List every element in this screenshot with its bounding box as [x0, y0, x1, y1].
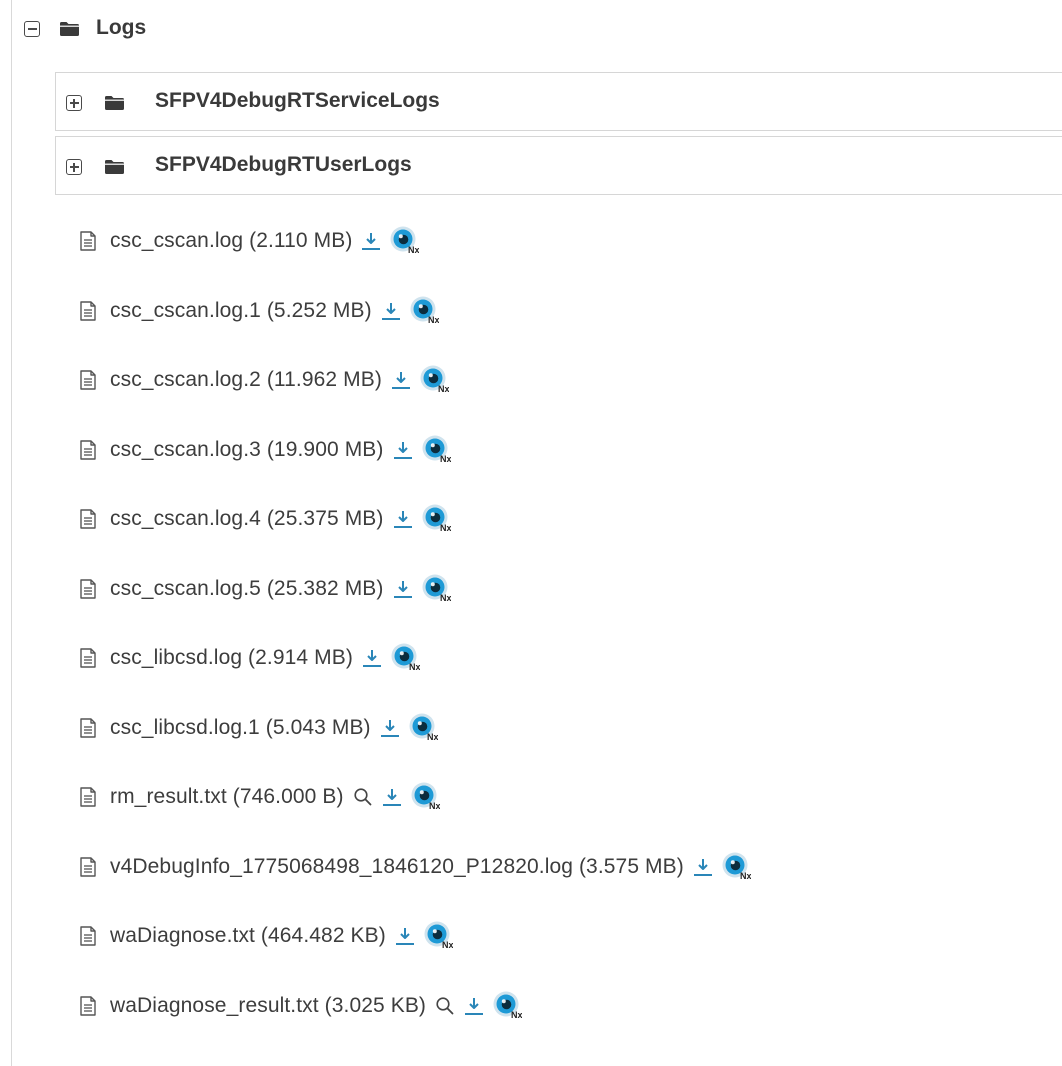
svg-text:Nx: Nx — [409, 662, 420, 672]
file-row: waDiagnose.txt (464.482 KB) Nx — [80, 921, 453, 951]
file-text-icon — [80, 787, 96, 807]
svg-text:Nx: Nx — [438, 384, 449, 394]
folder-icon — [105, 160, 124, 174]
file-name-label: csc_cscan.log.2 (11.962 MB) — [110, 368, 382, 391]
download-icon[interactable] — [382, 786, 402, 808]
nx-viewer-icon[interactable]: Nx — [390, 643, 420, 673]
file-name-label: csc_libcsd.log.1 (5.043 MB) — [110, 715, 371, 739]
svg-text:Nx: Nx — [429, 801, 440, 811]
file-text-icon — [80, 578, 96, 599]
download-icon[interactable] — [393, 439, 413, 461]
file-name-label: csc_libcsd.log (2.914 MB) — [110, 646, 353, 669]
nx-viewer-icon[interactable]: Nx — [721, 852, 751, 882]
download-icon[interactable] — [393, 578, 413, 600]
subfolder-row[interactable]: SFPV4DebugRTServiceLogs — [55, 72, 1062, 131]
folder-icon — [105, 96, 124, 110]
file-text-icon — [80, 509, 96, 529]
file-name-label: waDiagnose.txt (464.482 KB) — [110, 924, 386, 947]
download-icon[interactable] — [393, 508, 413, 530]
download-icon[interactable] — [380, 717, 400, 739]
file-row: csc_cscan.log.4 (25.375 MB) Nx — [80, 504, 451, 534]
root-folder-label[interactable]: Logs — [96, 16, 146, 40]
file-name-label: v4DebugInfo_1775068498_1846120_P12820.lo… — [110, 854, 684, 878]
file-row: v4DebugInfo_1775068498_1846120_P12820.lo… — [80, 852, 751, 882]
file-text-icon — [80, 648, 96, 668]
file-text-icon — [80, 995, 96, 1016]
svg-text:Nx: Nx — [440, 523, 451, 533]
download-icon[interactable] — [693, 856, 713, 878]
nx-viewer-icon[interactable]: Nx — [409, 296, 439, 326]
svg-text:Nx: Nx — [440, 593, 451, 603]
svg-text:Nx: Nx — [511, 1010, 522, 1020]
search-icon[interactable] — [435, 996, 455, 1016]
svg-text:Nx: Nx — [740, 871, 751, 881]
file-row: csc_cscan.log (2.110 MB) Nx — [80, 226, 420, 256]
nx-viewer-icon[interactable]: Nx — [421, 504, 451, 534]
download-icon[interactable] — [361, 230, 381, 252]
nx-viewer-icon[interactable]: Nx — [423, 921, 453, 951]
svg-text:Nx: Nx — [442, 940, 453, 950]
search-icon[interactable] — [353, 787, 373, 807]
download-icon[interactable] — [381, 300, 401, 322]
svg-text:Nx: Nx — [408, 245, 419, 255]
file-row: csc_cscan.log.3 (19.900 MB) Nx — [80, 435, 451, 465]
file-row: waDiagnose_result.txt (3.025 KB) Nx — [80, 991, 523, 1021]
file-text-icon — [80, 231, 96, 251]
file-row: rm_result.txt (746.000 B) Nx — [80, 782, 440, 812]
download-icon[interactable] — [464, 995, 484, 1017]
download-icon[interactable] — [395, 925, 415, 947]
file-row: csc_cscan.log.5 (25.382 MB) Nx — [80, 574, 451, 604]
download-icon[interactable] — [391, 369, 411, 391]
download-icon[interactable] — [362, 647, 382, 669]
file-name-label: csc_cscan.log.3 (19.900 MB) — [110, 437, 384, 461]
nx-viewer-icon[interactable]: Nx — [408, 713, 438, 743]
folder-icon — [60, 22, 79, 36]
file-name-label: csc_cscan.log.1 (5.252 MB) — [110, 298, 372, 322]
file-text-icon — [80, 926, 96, 946]
nx-viewer-icon[interactable]: Nx — [410, 782, 440, 812]
file-text-icon — [80, 300, 96, 321]
file-name-label: rm_result.txt (746.000 B) — [110, 785, 344, 808]
file-name-label: waDiagnose_result.txt (3.025 KB) — [110, 993, 427, 1017]
tree-guide-line — [11, 0, 12, 1066]
file-text-icon — [80, 439, 96, 460]
file-name-label: csc_cscan.log (2.110 MB) — [110, 229, 353, 252]
file-row: csc_cscan.log.2 (11.962 MB) Nx — [80, 365, 449, 395]
svg-text:Nx: Nx — [440, 454, 451, 464]
file-text-icon — [80, 856, 96, 877]
file-text-icon — [80, 717, 96, 738]
file-row: csc_libcsd.log.1 (5.043 MB) Nx — [80, 713, 438, 743]
nx-viewer-icon[interactable]: Nx — [492, 991, 523, 1021]
file-name-label: csc_cscan.log.5 (25.382 MB) — [110, 576, 384, 600]
subfolder-label[interactable]: SFPV4DebugRTUserLogs — [155, 153, 412, 177]
svg-text:Nx: Nx — [428, 315, 439, 325]
file-name-label: csc_cscan.log.4 (25.375 MB) — [110, 507, 384, 530]
svg-text:Nx: Nx — [427, 732, 438, 742]
expand-icon[interactable] — [66, 95, 82, 111]
nx-viewer-icon[interactable]: Nx — [421, 435, 451, 465]
file-row: csc_libcsd.log (2.914 MB) Nx — [80, 643, 420, 673]
subfolder-label[interactable]: SFPV4DebugRTServiceLogs — [155, 89, 440, 113]
expand-icon[interactable] — [66, 159, 82, 175]
file-text-icon — [80, 370, 96, 390]
nx-viewer-icon[interactable]: Nx — [389, 226, 420, 256]
nx-viewer-icon[interactable]: Nx — [419, 365, 449, 395]
file-row: csc_cscan.log.1 (5.252 MB) Nx — [80, 296, 439, 326]
collapse-icon[interactable] — [24, 21, 40, 37]
nx-viewer-icon[interactable]: Nx — [421, 574, 451, 604]
subfolder-row[interactable]: SFPV4DebugRTUserLogs — [55, 136, 1062, 195]
